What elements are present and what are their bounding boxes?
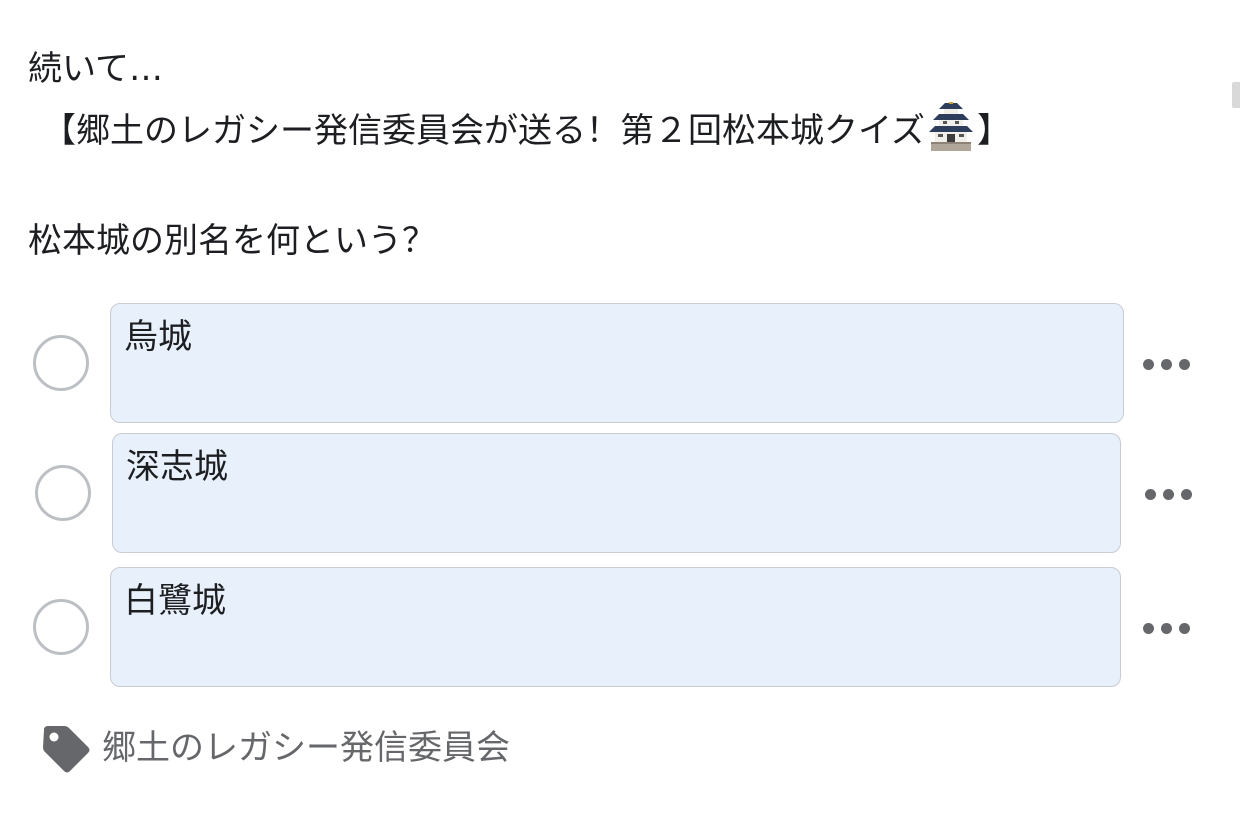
post-intro: 続いて… [28,49,163,89]
poll-option-3[interactable]: 白鷺城 [110,567,1121,687]
tag-icon [40,724,92,776]
japanese-castle-icon [927,102,975,152]
poll-question: 松本城の別名を何という？ [28,221,436,261]
poll-option-label: 白鷺城 [124,581,226,621]
radio-button-option-1[interactable] [33,335,89,391]
poll-option-row: 烏城 [0,303,1240,423]
radio-button-option-3[interactable] [33,599,89,655]
post-container: 続いて… 【郷土のレガシー発信委員会が送る！第２回松本城クイズ 】 松本城の別名… [0,0,1240,827]
post-body: 続いて… 【郷土のレガシー発信委員会が送る！第２回松本城クイズ 】 松本城の別名… [28,38,1011,272]
radio-button-option-2[interactable] [35,465,91,521]
poll-option-label: 深志城 [126,447,228,487]
poll-option-row: 深志城 [0,433,1240,553]
post-spacer [28,162,1011,210]
more-options-icon[interactable] [1145,485,1197,501]
poll-option-label: 烏城 [124,317,192,357]
more-options-icon[interactable] [1143,619,1195,635]
scrollbar-thumb[interactable] [1232,82,1240,108]
more-options-icon[interactable] [1143,355,1195,371]
post-title-close: 】 [976,111,1011,151]
tag-label: 郷土のレガシー発信委員会 [102,728,510,768]
post-title: 【郷土のレガシー発信委員会が送る！第２回松本城クイズ 】 [42,100,1011,162]
poll-option-2[interactable]: 深志城 [112,433,1121,553]
poll-option-1[interactable]: 烏城 [110,303,1124,423]
poll-option-row: 白鷺城 [0,567,1240,687]
post-title-text: 【郷土のレガシー発信委員会が送る！第２回松本城クイズ [42,111,925,151]
